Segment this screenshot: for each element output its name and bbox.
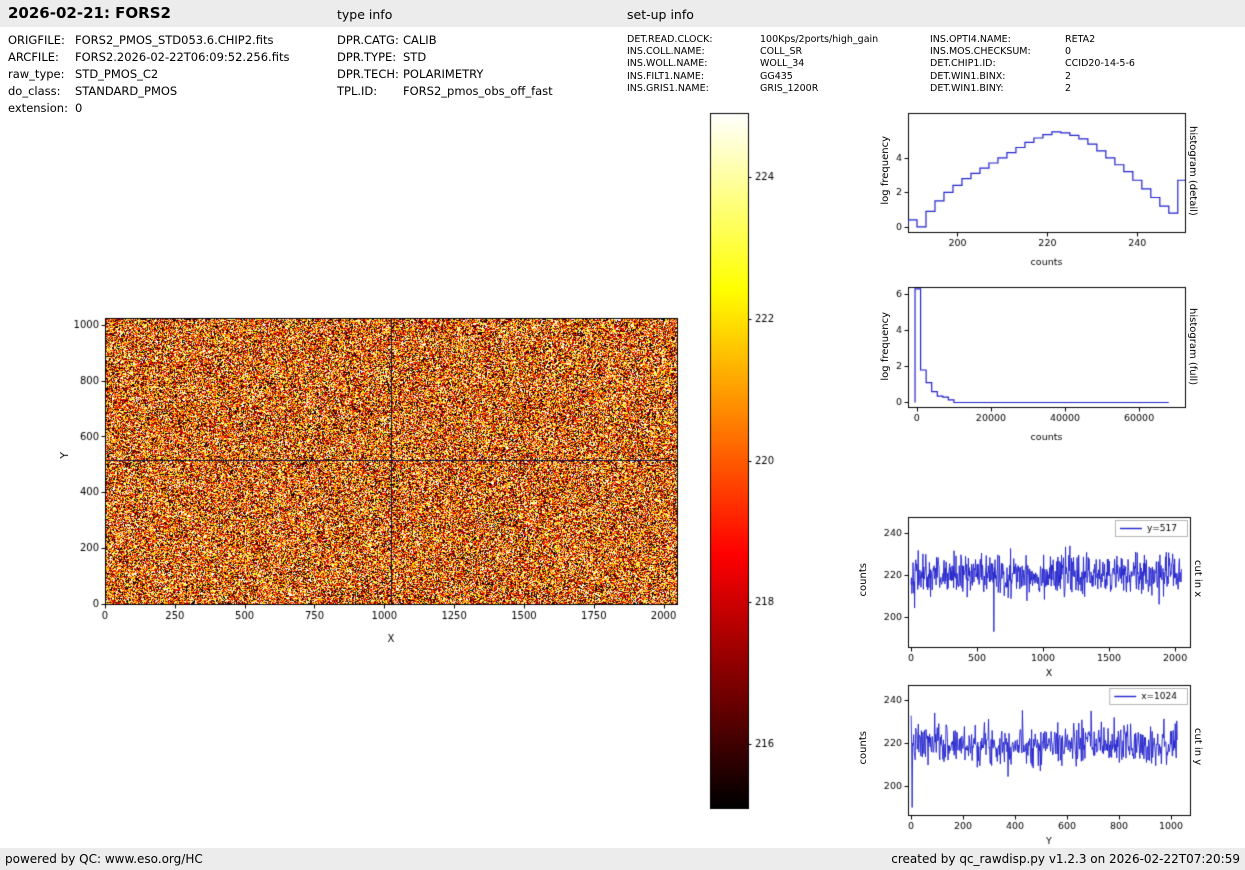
setup-info-row: INS.FILT1.NAME:GG435 — [627, 71, 878, 83]
meta-value: STD — [403, 50, 426, 67]
file-info-row: ORIGFILE:FORS2_PMOS_STD053.6.CHIP2.fits — [8, 33, 289, 50]
meta-value: STD_PMOS_C2 — [75, 67, 158, 84]
meta-value: CALIB — [403, 33, 437, 50]
meta-value: GG435 — [760, 71, 793, 83]
meta-label: TPL.ID: — [337, 84, 403, 101]
type-info-row: TPL.ID:FORS2_pmos_obs_off_fast — [337, 84, 553, 101]
footer-created-by: created by qc_rawdisp.py v1.2.3 on 2026-… — [891, 848, 1240, 870]
qc-report-page: 2026-02-21: FORS2 type info set-up info … — [0, 0, 1245, 870]
cut-in-x-ylabel: counts — [858, 563, 869, 596]
meta-label: extension: — [8, 101, 75, 118]
meta-label: DET.READ.CLOCK: — [627, 34, 760, 46]
meta-label: DPR.CATG: — [337, 33, 403, 50]
meta-label: DET.WIN1.BINX: — [930, 71, 1065, 83]
setup-info-row: DET.WIN1.BINY:2 — [930, 83, 1135, 95]
meta-value: GRIS_1200R — [760, 83, 818, 95]
meta-label: raw_type: — [8, 67, 75, 84]
setup-info-block-2: INS.OPTI4.NAME:RETA2 INS.MOS.CHECKSUM:0 … — [930, 34, 1135, 95]
meta-label: INS.FILT1.NAME: — [627, 71, 760, 83]
cut-in-x-canvas — [855, 502, 1210, 682]
histogram-detail-canvas — [855, 98, 1205, 283]
setup-info-row: DET.READ.CLOCK:100Kps/2ports/high_gain — [627, 34, 878, 46]
setup-info-row: INS.COLL.NAME:COLL_SR — [627, 46, 878, 58]
meta-value: POLARIMETRY — [403, 67, 483, 84]
type-info-heading: type info — [337, 7, 392, 22]
colorbar-canvas — [700, 105, 795, 820]
setup-info-row: DET.WIN1.BINX:2 — [930, 71, 1135, 83]
cut-in-y-ylabel: counts — [858, 731, 869, 764]
meta-value: 2 — [1065, 71, 1071, 83]
type-info-row: DPR.CATG:CALIB — [337, 33, 553, 50]
setup-info-row: INS.MOS.CHECKSUM:0 — [930, 46, 1135, 58]
meta-label: DPR.TYPE: — [337, 50, 403, 67]
meta-value: 0 — [1065, 46, 1071, 58]
cut-in-x-side-label: cut in x — [1192, 560, 1203, 597]
meta-label: INS.MOS.CHECKSUM: — [930, 46, 1065, 58]
meta-value: FORS2_PMOS_STD053.6.CHIP2.fits — [75, 33, 273, 50]
cut-in-y-side-label: cut in y — [1192, 728, 1203, 765]
meta-value: 2 — [1065, 83, 1071, 95]
meta-label: DET.WIN1.BINY: — [930, 83, 1065, 95]
meta-label: INS.WOLL.NAME: — [627, 58, 760, 70]
meta-label: DET.CHIP1.ID: — [930, 58, 1065, 70]
setup-info-row: INS.WOLL.NAME:WOLL_34 — [627, 58, 878, 70]
meta-label: INS.COLL.NAME: — [627, 46, 760, 58]
type-info-row: DPR.TYPE:STD — [337, 50, 553, 67]
file-info-row: raw_type:STD_PMOS_C2 — [8, 67, 289, 84]
meta-label: ARCFILE: — [8, 50, 75, 67]
type-info-row: DPR.TECH:POLARIMETRY — [337, 67, 553, 84]
meta-label: ORIGFILE: — [8, 33, 75, 50]
histogram-full-canvas — [855, 272, 1205, 457]
meta-value: FORS2.2026-02-22T06:09:52.256.fits — [75, 50, 289, 67]
histogram-detail-ylabel: log frequency — [880, 136, 891, 205]
header-bar: 2026-02-21: FORS2 type info set-up info — [0, 0, 1245, 27]
type-info-block: DPR.CATG:CALIB DPR.TYPE:STD DPR.TECH:POL… — [337, 33, 553, 101]
meta-value: COLL_SR — [760, 46, 802, 58]
file-info-block: ORIGFILE:FORS2_PMOS_STD053.6.CHIP2.fits … — [8, 33, 289, 118]
meta-value: 100Kps/2ports/high_gain — [760, 34, 878, 46]
file-info-row: do_class:STANDARD_PMOS — [8, 84, 289, 101]
footer-bar: powered by QC: www.eso.org/HC created by… — [0, 848, 1245, 870]
file-info-row: extension:0 — [8, 101, 289, 118]
footer-powered-by: powered by QC: www.eso.org/HC — [5, 848, 203, 870]
meta-value: CCID20-14-5-6 — [1065, 58, 1135, 70]
raw-image-canvas — [30, 292, 700, 667]
setup-info-row: DET.CHIP1.ID:CCID20-14-5-6 — [930, 58, 1135, 70]
setup-info-block-1: DET.READ.CLOCK:100Kps/2ports/high_gain I… — [627, 34, 878, 95]
meta-label: INS.GRIS1.NAME: — [627, 83, 760, 95]
setup-info-heading: set-up info — [627, 7, 694, 22]
meta-value: WOLL_34 — [760, 58, 804, 70]
setup-info-row: INS.OPTI4.NAME:RETA2 — [930, 34, 1135, 46]
meta-value: RETA2 — [1065, 34, 1095, 46]
file-info-row: ARCFILE:FORS2.2026-02-22T06:09:52.256.fi… — [8, 50, 289, 67]
raw-image-ylabel: Y — [58, 452, 71, 459]
setup-info-row: INS.GRIS1.NAME:GRIS_1200R — [627, 83, 878, 95]
histogram-full-ylabel: log frequency — [880, 312, 891, 381]
cut-in-y-canvas — [855, 670, 1210, 848]
meta-value: STANDARD_PMOS — [75, 84, 177, 101]
meta-value: FORS2_pmos_obs_off_fast — [403, 84, 553, 101]
histogram-full-side-label: histogram (full) — [1187, 308, 1198, 385]
meta-label: DPR.TECH: — [337, 67, 403, 84]
meta-label: do_class: — [8, 84, 75, 101]
meta-label: INS.OPTI4.NAME: — [930, 34, 1065, 46]
page-title: 2026-02-21: FORS2 — [8, 4, 171, 22]
histogram-detail-side-label: histogram (detail) — [1187, 126, 1198, 216]
meta-value: 0 — [75, 101, 82, 118]
